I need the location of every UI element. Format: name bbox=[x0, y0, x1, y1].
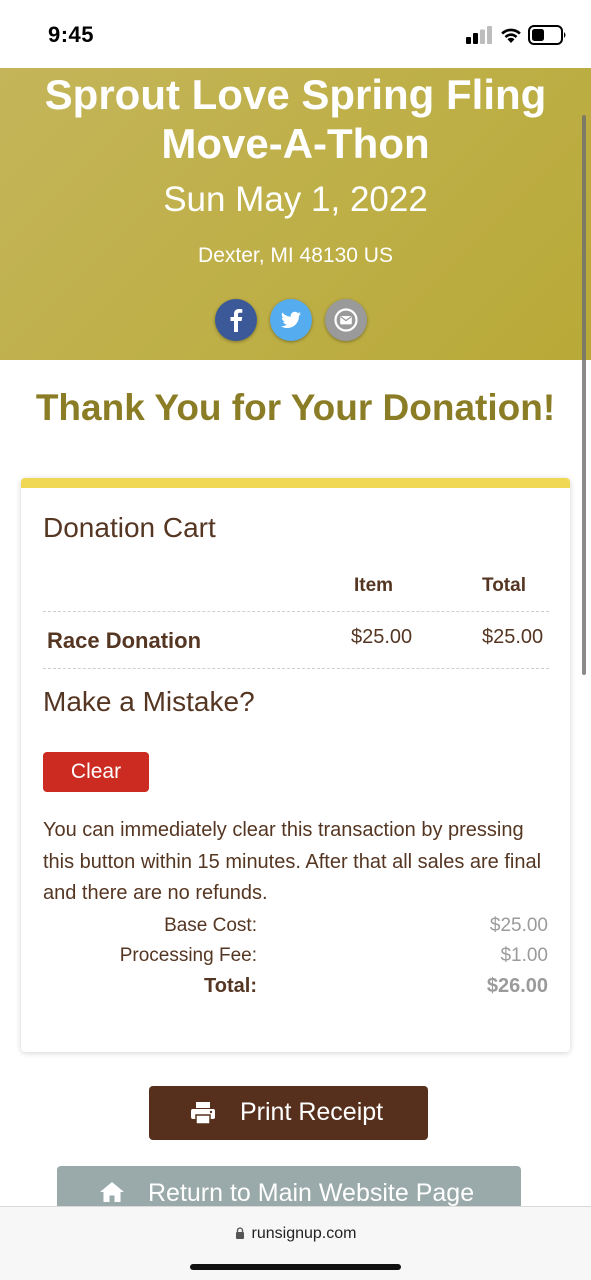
facebook-share-button[interactable] bbox=[215, 299, 257, 341]
event-location: Dexter, MI 48130 US bbox=[198, 244, 393, 267]
base-cost-label: Base Cost: bbox=[164, 915, 257, 936]
twitter-icon bbox=[281, 311, 301, 328]
battery-icon bbox=[528, 25, 566, 45]
column-header-item: Item bbox=[354, 575, 394, 596]
url-text: runsignup.com bbox=[251, 1225, 357, 1242]
cart-row-item-price: $25.00 bbox=[351, 626, 413, 648]
return-main-website-label: Return to Main Website Page bbox=[148, 1179, 475, 1207]
cellular-signal-icon bbox=[466, 26, 492, 44]
print-receipt-button[interactable]: Print Receipt bbox=[149, 1086, 428, 1140]
processing-fee-label: Processing Fee: bbox=[119, 945, 257, 966]
cart-row-total: $25.00 bbox=[482, 626, 544, 648]
home-indicator[interactable] bbox=[190, 1264, 401, 1270]
donation-cart-card: Donation Cart Item Total Race Donation $… bbox=[21, 478, 570, 1052]
column-header-total: Total bbox=[482, 575, 526, 596]
printer-icon bbox=[191, 1102, 215, 1125]
cart-row-name: Race Donation bbox=[47, 628, 202, 653]
twitter-share-button[interactable] bbox=[270, 299, 312, 341]
total-label: Total: bbox=[204, 975, 257, 997]
clear-note: You can immediately clear this transacti… bbox=[43, 819, 542, 904]
home-icon bbox=[100, 1182, 124, 1202]
facebook-icon bbox=[230, 309, 243, 332]
browser-address-bar[interactable]: runsignup.com bbox=[0, 1206, 591, 1280]
status-time: 9:45 bbox=[48, 22, 95, 47]
mistake-heading: Make a Mistake? bbox=[43, 686, 255, 717]
thank-you-heading: Thank You for Your Donation! bbox=[35, 387, 556, 428]
total-value: $26.00 bbox=[486, 975, 548, 997]
divider bbox=[43, 668, 549, 669]
status-bar: 9:45 bbox=[0, 0, 591, 68]
cart-title: Donation Cart bbox=[43, 512, 216, 543]
scrollbar[interactable] bbox=[582, 115, 586, 675]
url-display[interactable]: runsignup.com bbox=[0, 1225, 591, 1243]
event-title: Sprout Love Spring Fling Move-A-Thon bbox=[44, 71, 547, 167]
clear-button[interactable]: Clear bbox=[43, 752, 149, 792]
event-date: Sun May 1, 2022 bbox=[163, 180, 428, 219]
event-header: Sprout Love Spring Fling Move-A-Thon Sun… bbox=[0, 68, 591, 360]
email-share-button[interactable] bbox=[325, 299, 367, 341]
wifi-icon bbox=[501, 28, 521, 43]
processing-fee-value: $1.00 bbox=[500, 945, 548, 966]
base-cost-value: $25.00 bbox=[489, 915, 548, 936]
email-icon bbox=[334, 308, 358, 332]
print-receipt-label: Print Receipt bbox=[240, 1098, 384, 1126]
divider bbox=[43, 611, 549, 612]
lock-icon bbox=[235, 1227, 244, 1239]
